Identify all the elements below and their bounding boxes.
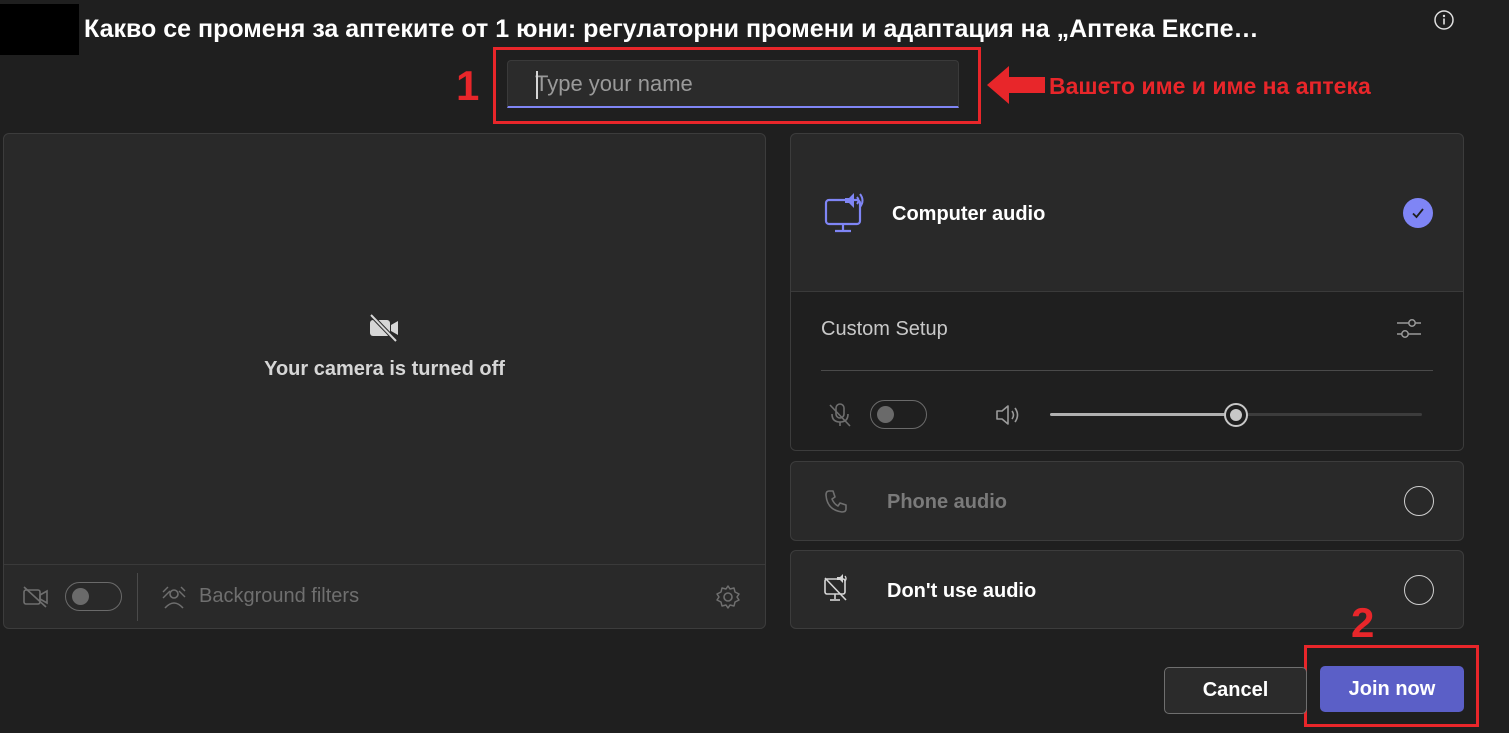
camera-off-icon xyxy=(367,311,401,345)
annotation-step-2-number: 2 xyxy=(1351,599,1375,646)
phone-audio-radio[interactable] xyxy=(1404,486,1434,516)
computer-audio-option[interactable]: Computer audio xyxy=(791,134,1463,292)
camera-toggle[interactable] xyxy=(65,582,122,611)
audio-settings-sliders-icon[interactable] xyxy=(1395,316,1423,342)
speaker-icon xyxy=(994,402,1022,428)
cancel-button[interactable]: Cancel xyxy=(1164,667,1307,714)
computer-audio-panel: Computer audio Custom Setup xyxy=(790,133,1464,451)
no-audio-icon xyxy=(822,574,852,604)
camera-panel: Your camera is turned off Background fil… xyxy=(3,133,766,629)
annotation-step-1-number: 1 xyxy=(456,62,480,109)
camera-off-message: Your camera is turned off xyxy=(264,358,505,380)
meeting-title: Какво се променя за аптеките от 1 юни: р… xyxy=(84,15,1259,43)
computer-audio-label: Computer audio xyxy=(892,203,1046,225)
video-off-icon xyxy=(22,585,50,609)
mic-toggle[interactable] xyxy=(870,400,927,429)
dont-use-audio-radio[interactable] xyxy=(1404,575,1434,605)
custom-setup-divider xyxy=(821,370,1433,371)
annotation-arrow-icon xyxy=(987,64,1047,106)
text-caret xyxy=(536,71,538,99)
volume-slider-thumb[interactable] xyxy=(1224,403,1248,427)
computer-audio-icon xyxy=(824,192,868,234)
dont-use-audio-label: Don't use audio xyxy=(887,580,1037,602)
mic-off-icon xyxy=(827,402,853,428)
device-settings-gear-icon[interactable] xyxy=(715,584,741,610)
annotation-step-1-text: Вашето име и име на аптека xyxy=(1049,73,1371,99)
phone-audio-option[interactable]: Phone audio xyxy=(790,461,1464,541)
info-icon[interactable] xyxy=(1433,9,1455,31)
pre-join-screen: Какво се променя за аптеките от 1 юни: р… xyxy=(0,0,1509,733)
background-filters-button[interactable]: Background filters xyxy=(199,585,359,608)
redacted-avatar xyxy=(0,4,79,55)
camera-preview: Your camera is turned off xyxy=(4,134,765,564)
computer-audio-checkmark-icon xyxy=(1403,198,1433,228)
volume-slider-fill xyxy=(1050,413,1236,416)
name-input[interactable] xyxy=(507,60,959,108)
toolbar-divider xyxy=(137,573,138,621)
custom-setup-label: Custom Setup xyxy=(821,318,948,340)
speaker-volume-slider[interactable] xyxy=(1050,402,1422,428)
custom-setup-section: Custom Setup xyxy=(791,292,1463,450)
background-filters-icon xyxy=(161,586,187,610)
join-now-button[interactable]: Join now xyxy=(1320,666,1464,712)
phone-audio-label: Phone audio xyxy=(887,491,1007,513)
volume-slider-track xyxy=(1236,413,1422,416)
phone-icon xyxy=(823,488,849,514)
camera-toolbar: Background filters xyxy=(4,564,765,628)
